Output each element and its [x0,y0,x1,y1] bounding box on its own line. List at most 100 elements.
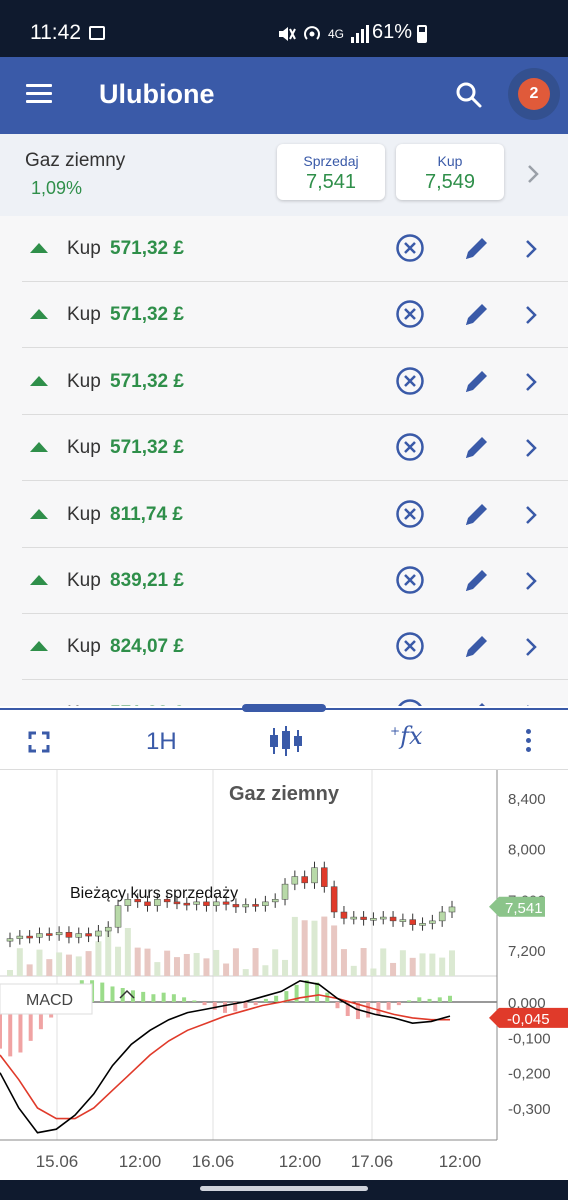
timeframe-button[interactable]: 1H [146,728,177,756]
position-row[interactable]: Kup 839,21 £ [0,548,568,614]
network-type: 4G [328,27,345,41]
candle-body [193,901,200,905]
edit-pencil-icon[interactable] [462,631,492,661]
edit-pencil-icon[interactable] [462,499,492,529]
position-row[interactable]: Kup 571,32 £ [0,282,568,349]
volume-bar [232,948,239,976]
chevron-right-icon[interactable] [523,437,539,459]
close-position-icon[interactable] [395,233,425,263]
edit-pencil-icon[interactable] [462,432,492,462]
notification-badge: 2 [518,78,550,110]
chevron-right-icon[interactable] [523,238,539,260]
volume-bar [439,957,446,976]
position-row[interactable]: Kup 824,07 £ [0,614,568,681]
candle-body [330,886,338,913]
time-tick-label: 16.06 [192,1152,235,1171]
page-title: Ulubione [99,79,215,109]
edit-pencil-icon[interactable] [462,366,492,396]
chevron-right-icon[interactable] [525,162,541,186]
price-chart[interactable]: Gaz ziemny Bieżący kurs sprzedaży 8,400 8,0… [0,770,568,1180]
chevron-right-icon[interactable] [523,570,539,592]
chevron-right-icon[interactable] [523,304,539,326]
volume-bar [213,949,220,976]
image-notification-icon [89,26,105,40]
mute-icon [279,27,296,41]
position-row[interactable]: Kup 811,74 £ [0,482,568,548]
close-position-icon[interactable] [395,565,425,595]
volume-bar [183,953,190,976]
volume-bar [164,950,171,976]
volume-bar [380,948,387,976]
volume-bar [419,953,426,976]
position-row[interactable]: Kup 571,32 £ [0,349,568,415]
edit-pencil-icon[interactable] [462,299,492,329]
candle-body [65,932,73,938]
buy-price: 7,549 [424,171,476,193]
candle-body [144,901,151,906]
menu-icon[interactable] [26,84,52,104]
candle-body [321,867,328,887]
close-position-icon[interactable] [395,499,425,529]
chevron-right-icon[interactable] [523,636,539,658]
sell-button[interactable]: Sprzedaj 7,541 [277,144,385,200]
candlestick-icon[interactable] [268,724,304,758]
search-icon[interactable] [455,81,483,109]
battery-icon [417,25,427,43]
close-position-icon[interactable] [395,631,425,661]
volume-bar [390,962,397,976]
volume-bar [429,953,436,976]
volume-bar [46,959,53,976]
buy-button[interactable]: Kup 7,549 [396,144,504,200]
candle-body [281,883,289,900]
candle-body [262,901,269,906]
volume-bar [115,946,122,976]
candle-body [419,923,426,926]
candle-body [399,919,407,922]
drag-handle[interactable] [242,704,326,712]
macd-label: MACD [26,992,73,1009]
chevron-right-icon[interactable] [523,371,539,393]
navigation-bar [0,1180,568,1200]
volume-bar [340,949,347,976]
candle-body [370,918,377,921]
candle-body [26,935,33,939]
time-tick-label: 12:00 [279,1152,322,1171]
volume-bar [26,964,33,976]
chevron-right-icon[interactable] [523,703,539,706]
candle-body [55,932,63,936]
up-arrow-icon [30,641,48,652]
candle-body [389,916,397,922]
signal-icon [351,25,370,43]
volume-bar [321,916,328,976]
notifications-button[interactable]: 2 [508,68,560,120]
position-row[interactable]: Kup 571,32 £ [0,415,568,482]
position-row[interactable]: Kup 571,32 £ [0,216,568,282]
edit-pencil-icon[interactable] [462,565,492,595]
close-position-icon[interactable] [395,432,425,462]
positions-list[interactable]: Kup 571,32 £ Kup 571,32 £ Kup 571,32 £ Kup 571,… [0,216,568,706]
candle-body [271,899,279,903]
sell-price: 7,541 [305,171,357,193]
edit-pencil-icon[interactable] [462,698,492,706]
edit-pencil-icon[interactable] [462,233,492,263]
up-arrow-icon [30,243,48,253]
indicators-fx-icon[interactable]: +fx [390,722,422,750]
chart-toolbar: 1H +fx [0,708,568,770]
close-position-icon[interactable] [395,366,425,396]
battery-percent: 61% [372,21,413,43]
volume-bar [154,962,161,976]
position-row[interactable]: Kup 571,32 £ [0,681,568,706]
candle-body [95,930,102,937]
position-amount: 811,74 £ [110,503,183,525]
home-gesture-pill[interactable] [200,1186,368,1191]
volume-bar [65,954,72,976]
instrument-header[interactable]: Gaz ziemny 1,09% Sprzedaj 7,541 Kup 7,54… [0,134,568,216]
status-bar: 11:42 4G 61% [0,0,568,57]
chevron-right-icon[interactable] [523,504,539,526]
fullscreen-icon[interactable] [28,731,50,753]
close-position-icon[interactable] [395,698,425,706]
volume-bar [350,965,357,976]
up-arrow-icon [30,375,48,386]
close-position-icon[interactable] [395,299,425,329]
more-vert-icon[interactable] [526,729,531,756]
